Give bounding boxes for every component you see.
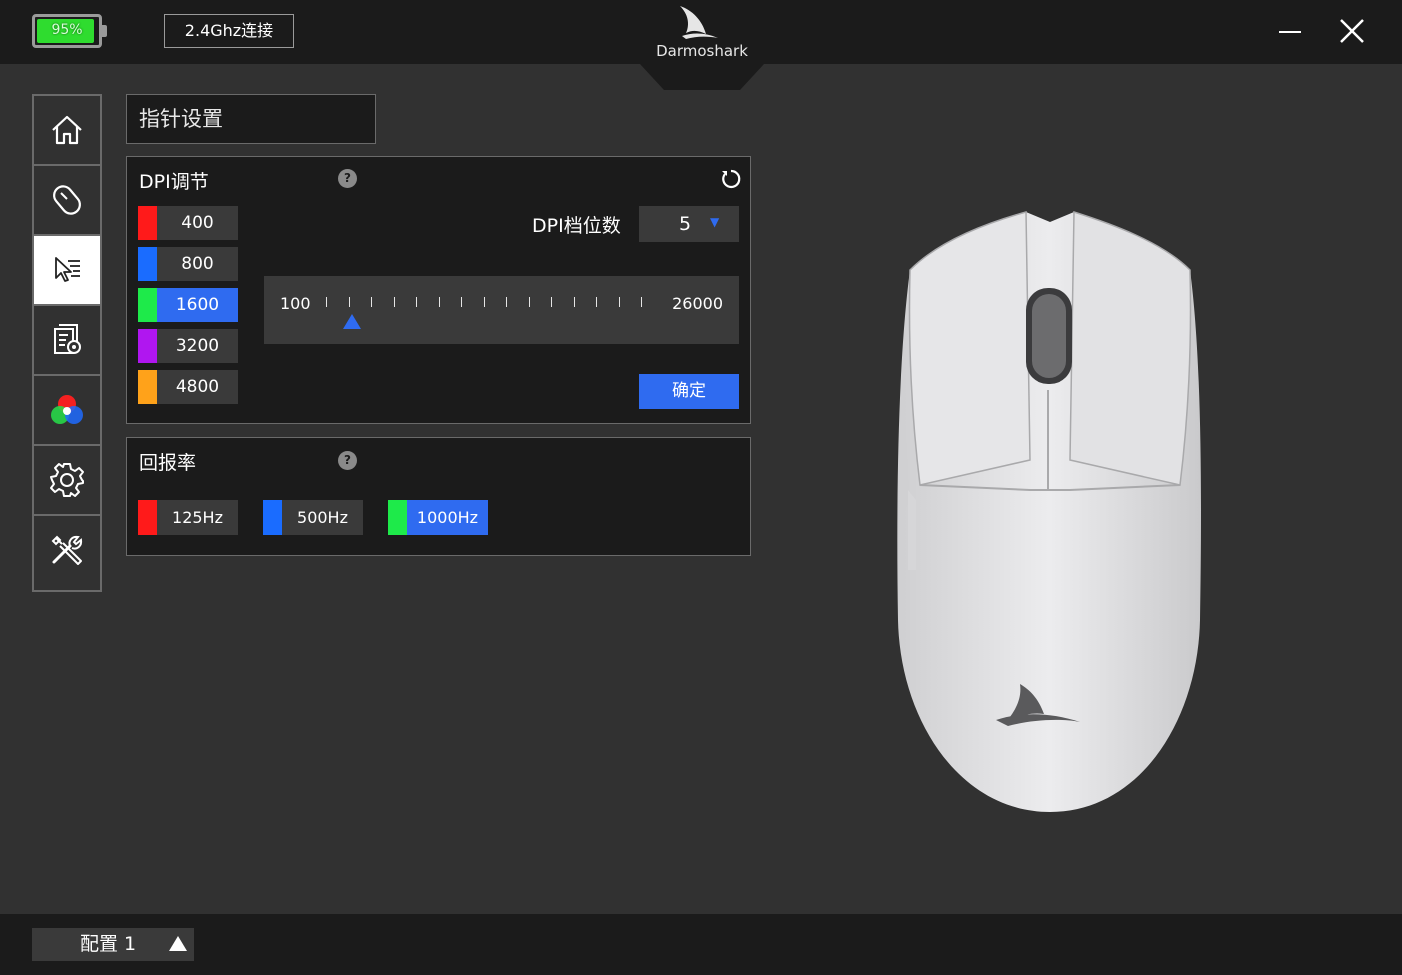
- dpi-levels-value: 5: [679, 213, 692, 235]
- polling-rate-value: 500Hz: [297, 508, 348, 527]
- gear-icon: [50, 463, 84, 497]
- tools-icon: [51, 535, 83, 565]
- dpi-levels-label: DPI档位数: [532, 215, 621, 237]
- home-icon: [52, 115, 82, 145]
- polling-rate-color: [263, 500, 282, 535]
- dpi-slider-tick: [371, 297, 372, 307]
- polling-rate-help-icon[interactable]: ?: [338, 451, 357, 470]
- dpi-slider-tick: [461, 297, 462, 307]
- dpi-level-color: [138, 370, 157, 404]
- dpi-level-2[interactable]: 800: [138, 247, 238, 281]
- page-title: 指针设置: [126, 94, 376, 144]
- sidebar: [32, 94, 102, 592]
- polling-rate-label: 回报率: [139, 452, 197, 474]
- dpi-level-1[interactable]: 400: [138, 206, 238, 240]
- dpi-level-value: 400: [181, 213, 214, 233]
- reset-icon: [722, 169, 741, 189]
- dpi-slider-tick: [416, 297, 417, 307]
- dpi-slider-tick: [596, 297, 597, 307]
- polling-rate-panel: 回报率 ? 125Hz 500Hz 1000Hz: [126, 437, 751, 556]
- polling-rate-color: [138, 500, 157, 535]
- profile-selector[interactable]: 配置 1: [32, 928, 194, 961]
- dpi-panel: DPI调节 ? 400 800 1600 3200 4800 DPI档位数 5 ▼ 10…: [126, 156, 751, 424]
- dpi-levels-select[interactable]: 5 ▼: [639, 206, 739, 242]
- macro-settings-icon: [54, 324, 81, 354]
- polling-rate-option-2[interactable]: 500Hz: [263, 500, 363, 535]
- dpi-level-value: 1600: [175, 295, 220, 315]
- brand-name: Darmoshark: [656, 42, 748, 60]
- dpi-slider-tick: [551, 297, 552, 307]
- polling-rate-option-3[interactable]: 1000Hz: [388, 500, 488, 535]
- minimize-icon: [1279, 31, 1301, 33]
- polling-rate-color: [388, 500, 407, 535]
- minimize-button[interactable]: [1270, 14, 1310, 50]
- dpi-level-value: 3200: [175, 336, 220, 356]
- polling-rate-option-1[interactable]: 125Hz: [138, 500, 238, 535]
- connection-status: 2.4Ghz连接: [164, 14, 294, 48]
- dpi-slider-tick: [348, 297, 350, 307]
- dpi-slider-max: 26000: [672, 294, 723, 313]
- polling-rate-value: 1000Hz: [416, 508, 479, 527]
- battery-nub: [102, 25, 107, 37]
- dpi-slider-thumb[interactable]: [343, 314, 362, 329]
- dpi-slider-tick: [618, 297, 620, 307]
- dpi-level-value: 800: [181, 254, 214, 274]
- dpi-label: DPI调节: [139, 171, 209, 193]
- sidebar-item-lighting[interactable]: [34, 376, 100, 446]
- shark-fin-icon: [680, 6, 706, 34]
- sidebar-item-pointer[interactable]: [34, 236, 100, 306]
- dpi-level-4[interactable]: 3200: [138, 329, 238, 363]
- dpi-slider-tick: [641, 297, 642, 307]
- dpi-slider-tick: [483, 297, 485, 307]
- dpi-help-icon[interactable]: ?: [338, 169, 357, 188]
- sidebar-item-tools[interactable]: [34, 516, 100, 586]
- dpi-slider-tick: [438, 297, 440, 307]
- title-bar: 95% 2.4Ghz连接 Darmoshark: [0, 0, 1402, 90]
- close-icon: [1340, 19, 1364, 43]
- dpi-level-color: [138, 247, 157, 281]
- sidebar-item-macro[interactable]: [34, 306, 100, 376]
- close-button[interactable]: [1332, 14, 1372, 50]
- dpi-level-3[interactable]: 1600: [138, 288, 238, 322]
- sidebar-item-home[interactable]: [34, 96, 100, 166]
- dpi-slider[interactable]: 100 26000: [264, 276, 739, 344]
- dpi-level-5[interactable]: 4800: [138, 370, 238, 404]
- dpi-slider-tick: [528, 297, 530, 307]
- polling-rate-value: 125Hz: [172, 508, 223, 527]
- dpi-level-color: [138, 329, 157, 363]
- mouse-icon: [53, 185, 81, 215]
- mouse-image: [897, 210, 1201, 812]
- profile-label: 配置 1: [80, 933, 137, 955]
- sidebar-item-buttons[interactable]: [34, 166, 100, 236]
- battery-percent: 95%: [51, 22, 83, 38]
- chevron-down-icon: ▼: [710, 215, 720, 229]
- reset-button[interactable]: [719, 167, 743, 191]
- sidebar-item-settings[interactable]: [34, 446, 100, 516]
- pointer-settings-icon: [55, 257, 80, 282]
- footer-bar: 配置 1: [0, 914, 1402, 975]
- dpi-slider-tick: [393, 297, 395, 307]
- dpi-slider-tick: [573, 297, 575, 307]
- rgb-lighting-icon: [51, 395, 83, 424]
- dpi-level-value: 4800: [175, 377, 220, 397]
- chevron-up-icon: [169, 936, 187, 951]
- dpi-slider-tick: [506, 297, 507, 307]
- dpi-level-color: [138, 206, 157, 240]
- dpi-slider-tick: [326, 297, 327, 307]
- confirm-button[interactable]: 确定: [639, 374, 739, 409]
- dpi-slider-min: 100: [280, 294, 311, 313]
- dpi-level-color: [138, 288, 157, 322]
- battery-indicator: 95%: [32, 14, 107, 48]
- brand-logo: Darmoshark: [640, 0, 764, 90]
- app-window: 95% 2.4Ghz连接 Darmoshark 指针设置 DPI调节 ? 400…: [0, 0, 1402, 975]
